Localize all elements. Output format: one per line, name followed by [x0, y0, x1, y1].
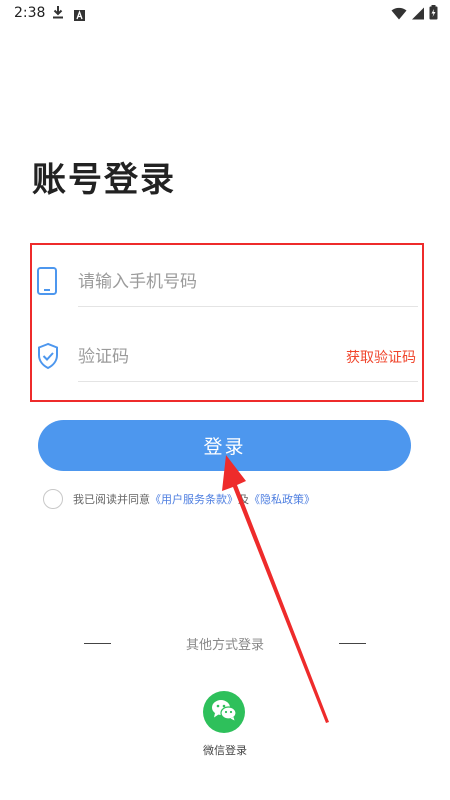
annotation-arrow	[222, 455, 329, 723]
